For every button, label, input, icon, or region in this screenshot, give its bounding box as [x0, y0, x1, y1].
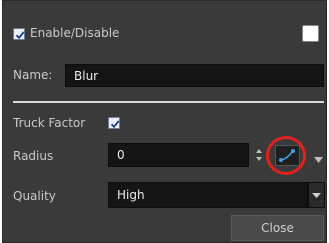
layer-color-swatch[interactable] [302, 25, 319, 42]
quality-dropdown-button[interactable] [308, 182, 325, 208]
name-label: Name: [13, 68, 53, 82]
truck-factor-label: Truck Factor [13, 116, 86, 130]
quality-select[interactable]: High [108, 182, 308, 208]
highlight-circle [266, 136, 306, 175]
blur-layer-properties-panel: Enable/Disable Name: Blur Truck Factor R… [2, 0, 327, 243]
enable-disable-label: Enable/Disable [30, 26, 120, 40]
checkmark-icon [15, 31, 25, 40]
enable-disable-checkbox[interactable] [13, 28, 25, 40]
up-down-stepper-icon[interactable] [255, 148, 263, 162]
truck-factor-checkbox[interactable] [108, 117, 120, 129]
quality-label: Quality [13, 189, 56, 203]
dropdown-arrow-icon[interactable] [314, 152, 323, 163]
close-button[interactable]: Close [231, 215, 324, 241]
radius-field[interactable]: 0 [108, 143, 249, 167]
dropdown-arrow-icon [312, 193, 321, 198]
name-field[interactable]: Blur [65, 64, 324, 87]
radius-label: Radius [13, 149, 54, 163]
checkmark-icon [110, 120, 120, 129]
section-divider [13, 101, 324, 103]
